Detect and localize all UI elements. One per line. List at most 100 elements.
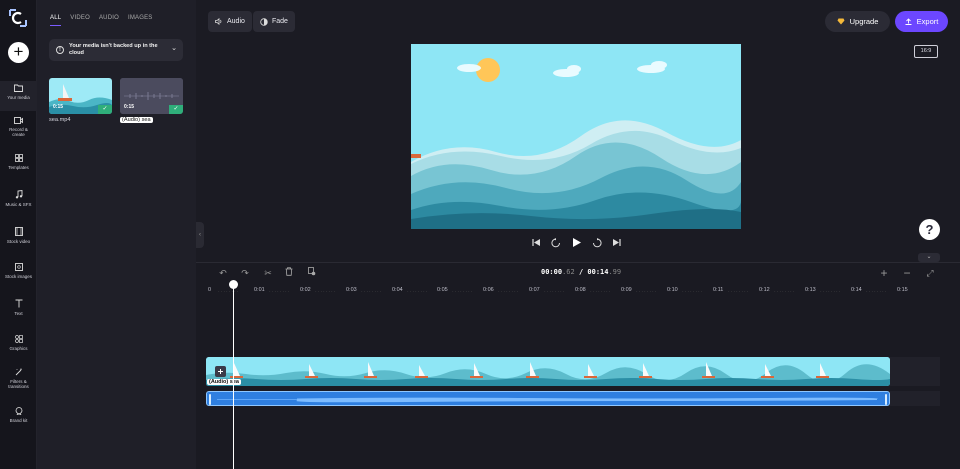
sidebar-item-label: Templates: [8, 165, 29, 170]
sidebar-item-label: Filters & transitions: [8, 379, 29, 389]
timeline: ↶ ↷ ✂ 00:00.62 / 00:14.99 + − ⤢ 0 0:01 0…: [196, 262, 960, 469]
image-icon: [14, 263, 23, 271]
diamond-icon: [837, 18, 845, 25]
check-icon: ✓: [98, 105, 112, 114]
timecode-current-frac: .62: [562, 268, 575, 276]
ruler-tick: 0:02: [300, 287, 311, 293]
sidebar-item-label: Text: [14, 311, 23, 316]
fade-button[interactable]: Fade: [253, 11, 295, 32]
sidebar-item-label: Brand kit: [9, 418, 28, 423]
badge-icon: [15, 407, 22, 415]
chevron-down-icon[interactable]: ⌄: [918, 253, 940, 262]
ruler-tick: 0:09: [621, 287, 632, 293]
film-icon: [14, 227, 23, 236]
tab-audio[interactable]: AUDIO: [99, 15, 119, 26]
ruler-dots: ········: [636, 289, 658, 295]
sidebar-item-stock-images[interactable]: Stock images: [0, 263, 37, 285]
grid-icon: [14, 154, 23, 162]
media-item-sea-audio[interactable]: 0:15 ✓: [120, 78, 183, 114]
aspect-ratio-button[interactable]: 16:9: [914, 45, 938, 58]
detach-audio-icon[interactable]: [306, 267, 318, 279]
audio-button[interactable]: Audio: [208, 11, 252, 32]
sidebar-item-filters-transitions[interactable]: Filters & transitions: [0, 368, 37, 394]
ruler-dots: ········: [452, 289, 474, 295]
forward-5s-icon[interactable]: [592, 237, 602, 248]
folder-icon: [14, 84, 23, 92]
tab-video[interactable]: VIDEO: [70, 15, 90, 26]
zoom-in-icon[interactable]: +: [878, 267, 890, 279]
ruler-dots: ········: [866, 289, 888, 295]
ruler-dots: ········: [407, 289, 429, 295]
ruler-dots: ········: [218, 289, 240, 295]
sidebar-item-music-sfx[interactable]: Music & SFX: [0, 190, 37, 212]
clipchamp-logo[interactable]: [8, 8, 28, 28]
check-icon: ✓: [169, 105, 183, 114]
fade-icon: [260, 17, 268, 26]
backup-notice[interactable]: ! Your media isn't backed up in the clou…: [49, 39, 183, 61]
skip-back-icon[interactable]: [532, 238, 541, 247]
playhead-line[interactable]: [233, 283, 234, 469]
timecode: 00:00.62 / 00:14.99: [541, 268, 621, 276]
video-preview[interactable]: [411, 44, 741, 229]
ruler-tick: 0:11: [713, 287, 724, 293]
ruler-dots: ········: [544, 289, 566, 295]
ruler-dots: ········: [361, 289, 383, 295]
audio-clip[interactable]: [206, 391, 890, 406]
sidebar-item-your-media[interactable]: Your media: [0, 81, 37, 111]
left-nav-rail: + Your media Record & create Templates M…: [0, 0, 37, 469]
timecode-total-frac: .99: [608, 268, 622, 276]
add-media-button[interactable]: +: [8, 42, 29, 63]
play-icon[interactable]: [571, 237, 582, 248]
redo-icon[interactable]: ↷: [239, 267, 251, 279]
speaker-icon: [215, 18, 222, 25]
sidebar-item-stock-video[interactable]: Stock video: [0, 227, 37, 249]
music-note-icon: [15, 190, 22, 199]
trash-icon[interactable]: [283, 267, 295, 279]
sidebar-item-brand-kit[interactable]: Brand kit: [0, 407, 37, 429]
skip-forward-icon[interactable]: [612, 238, 621, 247]
media-item-name: sea.mp4: [49, 117, 71, 123]
ruler-tick: 0: [208, 287, 212, 293]
tab-all[interactable]: ALL: [50, 15, 62, 26]
app-window: + Your media Record & create Templates M…: [0, 0, 960, 469]
rewind-5s-icon[interactable]: [551, 237, 561, 248]
upgrade-button-label: Upgrade: [849, 17, 879, 26]
export-button[interactable]: Export: [895, 11, 948, 32]
ruler-tick: 0:01: [254, 287, 265, 293]
camera-icon: [14, 117, 23, 124]
info-icon: !: [56, 46, 64, 54]
ruler-tick: 0:04: [392, 287, 403, 293]
sidebar-item-label: Your media: [7, 95, 30, 100]
playhead-handle[interactable]: [229, 280, 238, 289]
video-clip[interactable]: [206, 357, 890, 386]
sidebar-item-label: Record & create: [9, 127, 28, 137]
sidebar-item-templates[interactable]: Templates: [0, 154, 37, 176]
help-button[interactable]: ?: [919, 219, 940, 240]
clip-label: (Audio) sea: [207, 379, 241, 385]
sidebar-item-graphics[interactable]: Graphics: [0, 335, 37, 357]
collapse-panel-handle[interactable]: ‹: [196, 222, 204, 248]
ruler-dots: ········: [590, 289, 612, 295]
sidebar-item-label: Music & SFX: [5, 202, 32, 207]
ruler-dots: ········: [728, 289, 750, 295]
trim-handle-left: [209, 394, 211, 405]
sidebar-item-label: Stock images: [4, 274, 32, 279]
upgrade-button[interactable]: Upgrade: [825, 11, 890, 32]
tab-images[interactable]: IMAGES: [128, 15, 153, 26]
chevron-down-icon[interactable]: ⌄: [171, 45, 177, 52]
timeline-ruler[interactable]: 0 0:01 0:02 0:03 0:04 0:05 0:06 0:07 0:0…: [196, 283, 960, 299]
ruler-tick: 0:10: [667, 287, 678, 293]
sidebar-item-label: Graphics: [9, 346, 28, 351]
zoom-out-icon[interactable]: −: [901, 267, 913, 279]
sidebar-item-record-create[interactable]: Record & create: [0, 117, 37, 143]
sidebar-item-text[interactable]: Text: [0, 299, 37, 321]
ruler-dots: ········: [774, 289, 796, 295]
undo-icon[interactable]: ↶: [217, 267, 229, 279]
media-item-sea-video[interactable]: 0:15 ✓: [49, 78, 112, 114]
scissors-icon[interactable]: ✂: [262, 267, 274, 279]
fit-timeline-icon[interactable]: ⤢: [924, 267, 936, 279]
ruler-tick: 0:13: [805, 287, 816, 293]
ruler-tick: 0:07: [529, 287, 540, 293]
upload-icon: [905, 18, 912, 25]
media-item-name: (Audio) sea: [120, 117, 153, 123]
